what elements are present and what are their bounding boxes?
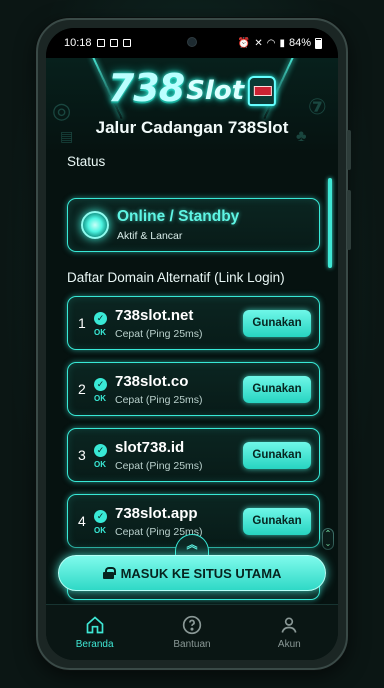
battery-icon bbox=[315, 37, 322, 49]
backdrop: 10:18 ⏰ ✕ ◠ ▮ 84% ◎ ▤ ⑦ ♣ 738 Slot Jalur… bbox=[0, 0, 384, 688]
ok-label: OK bbox=[94, 328, 106, 337]
enter-main-site-button[interactable]: MASUK KE SITUS UTAMA bbox=[58, 555, 326, 591]
help-icon bbox=[182, 615, 202, 635]
brand-logo: 738 Slot bbox=[107, 66, 277, 110]
domain-card: 1 ✓ OK 738slot.net Cepat (Ping 25ms) Gun… bbox=[67, 296, 320, 350]
main-content[interactable]: Status Online / Standby Aktif & Lancar D… bbox=[46, 146, 338, 600]
status-section-label: Status bbox=[67, 154, 106, 169]
system-status-bar: 10:18 ⏰ ✕ ◠ ▮ 84% bbox=[46, 28, 338, 58]
scrollbar-thumb[interactable] bbox=[328, 178, 332, 268]
app-screen: 10:18 ⏰ ✕ ◠ ▮ 84% ◎ ▤ ⑦ ♣ 738 Slot Jalur… bbox=[46, 28, 338, 660]
cta-label: MASUK KE SITUS UTAMA bbox=[120, 565, 282, 581]
nav-label: Beranda bbox=[75, 639, 114, 650]
volume-button bbox=[347, 130, 351, 170]
signal-icon: ▮ bbox=[279, 37, 285, 49]
logo-word: Slot bbox=[186, 76, 245, 106]
alarm-icon: ⏰ bbox=[237, 37, 251, 49]
battery-percent: 84% bbox=[288, 37, 311, 49]
check-icon: ✓ bbox=[94, 510, 107, 523]
home-icon bbox=[86, 616, 103, 634]
notification-icon bbox=[96, 39, 105, 47]
wifi-icon: ◠ bbox=[266, 37, 276, 49]
domain-card: 3 ✓ OK slot738.id Cepat (Ping 25ms) Guna… bbox=[67, 428, 320, 482]
domain-name: slot738.id bbox=[115, 439, 185, 456]
status-card: Online / Standby Aktif & Lancar bbox=[67, 198, 320, 252]
use-domain-button[interactable]: Gunakan bbox=[243, 376, 311, 403]
domain-ping: Cepat (Ping 25ms) bbox=[115, 328, 203, 340]
domain-ping: Cepat (Ping 25ms) bbox=[115, 394, 203, 406]
domain-index: 1 bbox=[78, 315, 86, 331]
page-title: Jalur Cadangan 738Slot bbox=[95, 118, 289, 137]
user-icon bbox=[281, 617, 297, 633]
online-indicator-icon bbox=[81, 211, 109, 239]
nav-home[interactable]: Beranda bbox=[46, 605, 143, 660]
gallery-icon bbox=[109, 39, 118, 47]
status-detail: Aktif & Lancar bbox=[117, 230, 183, 242]
domain-index: 4 bbox=[78, 513, 86, 529]
domain-card: 2 ✓ OK 738slot.co Cepat (Ping 25ms) Guna… bbox=[67, 362, 320, 416]
power-button bbox=[347, 190, 351, 250]
lock-icon bbox=[102, 567, 116, 579]
check-icon: ✓ bbox=[94, 312, 107, 325]
domain-name: 738slot.app bbox=[115, 505, 198, 522]
domain-name: 738slot.net bbox=[115, 307, 194, 324]
logo-number: 738 bbox=[107, 66, 185, 110]
domains-section-label: Daftar Domain Alternatif (Link Login) bbox=[67, 270, 285, 285]
mute-icon: ✕ bbox=[254, 37, 263, 49]
slot-machine-icon bbox=[248, 76, 277, 106]
domain-name: 738slot.co bbox=[115, 373, 189, 390]
front-camera bbox=[187, 37, 197, 47]
domain-index: 2 bbox=[78, 381, 86, 397]
use-domain-button[interactable]: Gunakan bbox=[243, 310, 311, 337]
check-icon: ✓ bbox=[94, 444, 107, 457]
ok-label: OK bbox=[94, 394, 106, 403]
nav-account[interactable]: Akun bbox=[241, 605, 338, 660]
ok-label: OK bbox=[94, 460, 106, 469]
clock: 10:18 bbox=[64, 37, 92, 49]
nav-label: Akun bbox=[277, 639, 301, 650]
use-domain-button[interactable]: Gunakan bbox=[243, 508, 311, 535]
check-icon: ✓ bbox=[94, 378, 107, 391]
bottom-navigation: Beranda Bantuan Akun bbox=[46, 604, 338, 660]
app-header: ◎ ▤ ⑦ ♣ 738 Slot bbox=[46, 58, 338, 154]
domain-ping: Cepat (Ping 25ms) bbox=[115, 460, 203, 472]
status-state: Online / Standby bbox=[117, 208, 240, 225]
use-domain-button[interactable]: Gunakan bbox=[243, 442, 311, 469]
phone-frame: 10:18 ⏰ ✕ ◠ ▮ 84% ◎ ▤ ⑦ ♣ 738 Slot Jalur… bbox=[36, 18, 351, 670]
domain-index: 3 bbox=[78, 447, 86, 463]
nav-help[interactable]: Bantuan bbox=[143, 605, 240, 660]
ok-label: OK bbox=[94, 526, 106, 535]
seven-icon: ⑦ bbox=[308, 94, 327, 119]
message-icon bbox=[122, 39, 131, 47]
nav-label: Bantuan bbox=[173, 639, 211, 650]
